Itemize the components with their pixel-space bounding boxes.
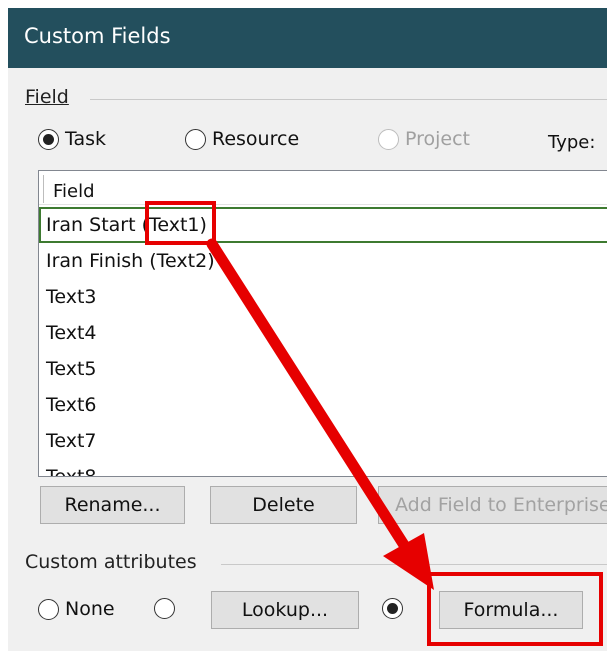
custom-fields-dialog: Custom Fields Field Task Resource Projec…	[8, 8, 607, 651]
arrow-head	[383, 533, 434, 590]
arrow-shaft	[206, 238, 410, 551]
annotation-arrow-icon	[206, 238, 434, 590]
